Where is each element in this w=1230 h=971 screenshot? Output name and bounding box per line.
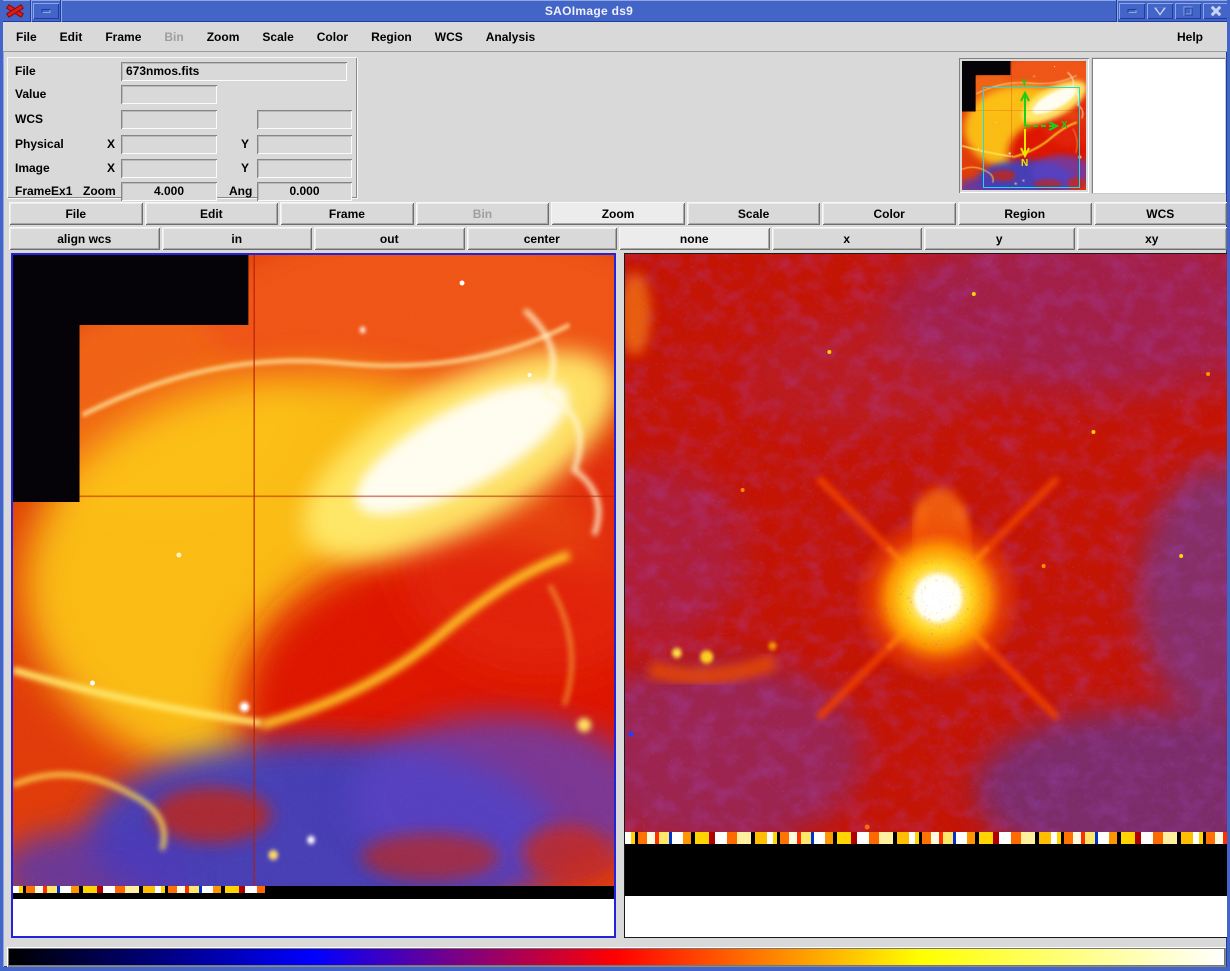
file-value-field: 673nmos.fits [121, 62, 347, 81]
panner-y-axis-label: Y [1021, 79, 1028, 89]
menu-analysis[interactable]: Analysis [476, 23, 545, 51]
menu-frame[interactable]: Frame [95, 23, 151, 51]
panner-x-axis-label: X [1061, 121, 1068, 131]
toolbar-frame-button[interactable]: Frame [280, 202, 414, 225]
image-y-field [257, 159, 352, 178]
info-row-file: File 673nmos.fits [7, 61, 357, 82]
colorbar[interactable] [7, 947, 1226, 967]
panner-north-label: N [1021, 159, 1028, 169]
zoom-none-button[interactable]: none [619, 227, 770, 250]
image-label: Image [15, 161, 50, 175]
colorbar-gradient [9, 949, 1224, 965]
panner-image[interactable]: X Y N [962, 61, 1086, 190]
menu-edit[interactable]: Edit [50, 23, 93, 51]
angle-value-field: 0.000 [257, 182, 352, 201]
frame-1-nebula[interactable] [11, 253, 616, 938]
zoom-value-field: 4.000 [121, 182, 217, 201]
frame-2-empty-area [625, 896, 1227, 937]
zoom-align-wcs-button[interactable]: align wcs [9, 227, 160, 250]
zoom-label: Zoom [83, 184, 116, 198]
angle-label: Ang [229, 184, 252, 198]
wcs-field-2 [257, 110, 352, 129]
maximize-button[interactable] [1175, 3, 1201, 19]
zoom-center-button[interactable]: center [467, 227, 618, 250]
titlebar[interactable]: SAOImage ds9 [0, 0, 1230, 22]
toolbar-row-1: File Edit Frame Bin Zoom Scale Color Reg… [9, 202, 1227, 225]
toolbar-zoom-button[interactable]: Zoom [551, 202, 685, 225]
image-x-label: X [107, 161, 115, 175]
toolbar-bin-button: Bin [416, 202, 550, 225]
minimize-button[interactable] [1119, 3, 1145, 19]
titlebar-separator [30, 0, 32, 22]
physical-x-label: X [107, 137, 115, 151]
menubar: File Edit Frame Bin Zoom Scale Color Reg… [3, 22, 1227, 52]
info-panel: File 673nmos.fits Value WCS Physical X Y… [7, 57, 357, 198]
magnifier[interactable] [1092, 58, 1225, 193]
menu-wcs[interactable]: WCS [425, 23, 473, 51]
display-area [3, 250, 1227, 940]
titlebar-separator [1116, 0, 1118, 22]
toolbar-edit-button[interactable]: Edit [145, 202, 279, 225]
toolbar-row-2: align wcs in out center none x y xy [9, 227, 1227, 250]
menu-region[interactable]: Region [361, 23, 422, 51]
panner[interactable]: X Y N [959, 58, 1089, 193]
toolbar-color-button[interactable]: Color [822, 202, 956, 225]
frame-2-starfield[interactable] [624, 253, 1228, 938]
close-button[interactable] [1203, 3, 1229, 19]
menu-help[interactable]: Help [1167, 23, 1213, 51]
maximize-icon [1184, 7, 1193, 16]
ds9-window: SAOImage ds9 File Edit Frame Bin Zoom Sc… [0, 0, 1230, 971]
physical-y-label: Y [241, 137, 249, 151]
menu-scale[interactable]: Scale [252, 23, 303, 51]
toolbar-region-button[interactable]: Region [958, 202, 1092, 225]
info-row-image: Image X Y [7, 158, 357, 179]
zoom-xy-button[interactable]: xy [1077, 227, 1228, 250]
info-row-physical: Physical X Y [7, 134, 357, 155]
hot-pixel-row-right [625, 832, 1227, 844]
ds9-logo-icon [0, 0, 30, 22]
menu-zoom[interactable]: Zoom [197, 23, 250, 51]
physical-y-field [257, 135, 352, 154]
info-area: File 673nmos.fits Value WCS Physical X Y… [3, 52, 1227, 202]
info-row-value: Value [7, 84, 357, 105]
frame-1-empty-area [13, 899, 614, 936]
image-x-field [121, 159, 217, 178]
file-label: File [15, 64, 36, 78]
toolbar-file-button[interactable]: File [9, 202, 143, 225]
frame-name-label: FrameEx1 [15, 184, 72, 198]
minimize-icon [1128, 9, 1137, 13]
zoom-out-button[interactable]: out [314, 227, 465, 250]
menu-file[interactable]: File [6, 23, 47, 51]
wcs-field-1 [121, 110, 217, 129]
zoom-in-button[interactable]: in [162, 227, 313, 250]
zoom-y-button[interactable]: y [924, 227, 1075, 250]
info-row-wcs: WCS [7, 109, 357, 130]
zoom-x-button[interactable]: x [772, 227, 923, 250]
toolbar-scale-button[interactable]: Scale [687, 202, 821, 225]
starfield-image[interactable] [625, 254, 1227, 832]
info-row-frame: FrameEx1 Zoom 4.000 Ang 0.000 [7, 181, 357, 202]
value-label: Value [15, 87, 46, 101]
physical-x-field [121, 135, 217, 154]
menu-bin: Bin [154, 23, 193, 51]
hot-pixel-row-left [13, 886, 265, 893]
physical-label: Physical [15, 137, 64, 151]
menu-color[interactable]: Color [307, 23, 358, 51]
window-menu-button[interactable] [33, 3, 59, 19]
shade-button[interactable] [1147, 3, 1173, 19]
nebula-image[interactable] [13, 255, 614, 886]
shade-triangle-icon [1154, 8, 1166, 16]
value-field [121, 85, 217, 104]
window-title: SAOImage ds9 [62, 0, 1116, 22]
wcs-label: WCS [15, 112, 43, 126]
window-menu-icon [42, 9, 51, 13]
toolbar-wcs-button[interactable]: WCS [1094, 202, 1228, 225]
image-y-label: Y [241, 161, 249, 175]
